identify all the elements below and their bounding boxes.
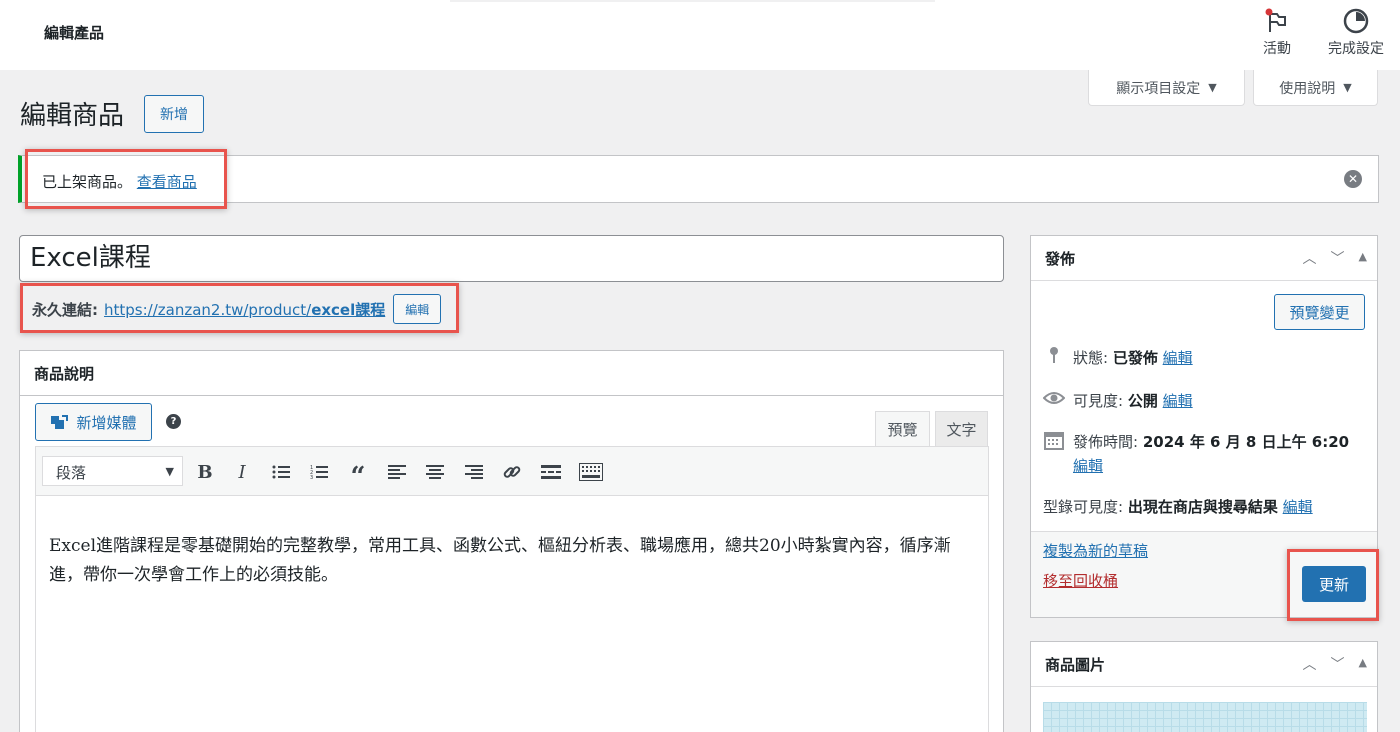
bullet-list-icon[interactable]	[268, 459, 294, 485]
align-left-icon[interactable]	[384, 459, 410, 485]
permalink-label: 永久連結:	[32, 300, 98, 319]
update-button[interactable]: 更新	[1302, 566, 1366, 602]
move-up-icon[interactable]: ︿	[1303, 248, 1317, 268]
move-up-icon[interactable]: ︿	[1303, 654, 1317, 674]
status-edit-link[interactable]: 編輯	[1163, 349, 1193, 367]
move-down-icon[interactable]: ﹀	[1331, 248, 1345, 268]
catalog-visibility-row: 型錄可見度: 出現在商店與搜尋結果 編輯	[1043, 495, 1313, 519]
caret-down-icon: ▼	[165, 465, 174, 478]
editor-content-area[interactable]: Excel進階課程是零基礎開始的完整教學，常用工具、函數公式、樞紐分析表、職場應…	[35, 496, 989, 732]
visibility-value: 公開	[1127, 392, 1158, 410]
add-media-label: 新增媒體	[76, 413, 137, 432]
success-notice: 已上架商品。 查看商品 ✕	[18, 155, 1379, 203]
progress-circle-icon	[1343, 8, 1369, 34]
view-product-link[interactable]: 查看商品	[137, 173, 197, 191]
top-bar: 編輯產品 活動 完成設定	[0, 0, 1400, 70]
catalog-label: 型錄可見度:	[1043, 498, 1124, 516]
media-icon	[51, 415, 69, 429]
format-select-value: 段落	[56, 464, 87, 482]
visibility-edit-link[interactable]: 編輯	[1163, 392, 1193, 410]
screen-options-label: 顯示項目設定	[1116, 80, 1201, 97]
catalog-value: 出現在商店與搜尋結果	[1127, 498, 1278, 516]
permalink-prefix: https://zanzan2.tw/product/	[104, 300, 312, 319]
eye-icon	[1042, 389, 1066, 413]
page-title: 編輯商品	[20, 101, 125, 131]
svg-text:3: 3	[310, 475, 313, 480]
status-label: 狀態:	[1073, 349, 1109, 367]
preview-changes-button[interactable]: 預覽變更	[1274, 294, 1365, 330]
add-media-button[interactable]: 新增媒體	[35, 403, 152, 441]
permalink-link[interactable]: https://zanzan2.tw/product/excel課程	[104, 299, 385, 320]
move-down-icon[interactable]: ﹀	[1331, 654, 1345, 674]
screen-options-button[interactable]: 顯示項目設定 ▼	[1088, 70, 1245, 106]
add-new-button[interactable]: 新增	[144, 95, 204, 133]
pin-icon	[1043, 346, 1065, 371]
link-icon[interactable]	[499, 459, 525, 485]
notice-text: 已上架商品。	[42, 173, 133, 191]
permalink-row: 永久連結: https://zanzan2.tw/product/excel課程…	[32, 294, 442, 324]
permalink-edit-button[interactable]: 編輯	[393, 294, 442, 324]
caret-down-icon: ▼	[1208, 81, 1217, 94]
box-controls: ︿ ﹀ ▲	[1303, 654, 1367, 674]
flag-icon	[1265, 8, 1286, 32]
product-description-box: 商品說明 新增媒體 ? 預覽 文字 段落 ▼ B I 123 “ Excel進階…	[19, 350, 1004, 732]
help-label: 使用說明	[1279, 80, 1336, 97]
numbered-list-icon[interactable]: 123	[306, 459, 332, 485]
product-image-box: 商品圖片 ︿ ﹀ ▲	[1030, 641, 1378, 732]
visibility-label: 可見度:	[1073, 392, 1124, 410]
format-select[interactable]: 段落 ▼	[42, 456, 183, 486]
collapse-icon[interactable]: ▲	[1359, 654, 1367, 674]
blockquote-icon[interactable]: “	[345, 459, 371, 492]
calendar-icon	[1043, 430, 1065, 457]
description-heading: 商品說明	[20, 351, 1003, 396]
help-icon[interactable]: ?	[166, 414, 181, 429]
editor-text[interactable]: Excel進階課程是零基礎開始的完整教學，常用工具、函數公式、樞紐分析表、職場應…	[49, 532, 979, 590]
box-controls: ︿ ﹀ ▲	[1303, 248, 1367, 268]
bold-icon[interactable]: B	[192, 459, 218, 485]
toolbar-toggle-icon[interactable]	[576, 459, 606, 485]
dismiss-icon[interactable]: ✕	[1344, 170, 1362, 188]
published-label: 發佈時間:	[1073, 433, 1139, 451]
permalink-slug: excel課程	[311, 300, 386, 319]
status-value: 已發佈	[1112, 349, 1158, 367]
collapse-icon[interactable]: ▲	[1359, 248, 1367, 268]
visibility-row: 可見度: 公開 編輯	[1042, 389, 1193, 413]
caret-down-icon: ▼	[1343, 81, 1352, 94]
editor-toolbar: 段落 ▼ B I 123 “	[35, 446, 989, 496]
finish-setup-label: 完成設定	[1328, 41, 1384, 57]
product-image-thumbnail[interactable]	[1043, 702, 1367, 732]
page-header-title: 編輯產品	[44, 24, 105, 42]
tab-visual[interactable]: 預覽	[875, 411, 930, 447]
publish-date-row: 發佈時間: 2024 年 6 月 8 日上午 6:20 編輯	[1043, 430, 1367, 478]
italic-icon[interactable]: I	[229, 459, 255, 485]
duplicate-link[interactable]: 複製為新的草稿	[1043, 540, 1148, 561]
read-more-icon[interactable]	[538, 459, 564, 485]
published-value: 2024 年 6 月 8 日上午 6:20	[1142, 433, 1350, 451]
status-row: 狀態: 已發佈 編輯	[1043, 346, 1193, 371]
published-edit-link[interactable]: 編輯	[1073, 457, 1103, 475]
publish-actions: 複製為新的草稿 移至回收桶 更新	[1031, 531, 1377, 617]
catalog-edit-link[interactable]: 編輯	[1283, 498, 1313, 516]
align-right-icon[interactable]	[461, 459, 487, 485]
title-input[interactable]: Excel課程	[19, 235, 1004, 282]
align-center-icon[interactable]	[422, 459, 448, 485]
publish-box: 發佈 ︿ ﹀ ▲ 預覽變更 狀態: 已發佈 編輯 可見度: 公開 編輯 發佈時間…	[1030, 235, 1378, 618]
tab-text[interactable]: 文字	[935, 411, 988, 447]
trash-link[interactable]: 移至回收桶	[1043, 570, 1118, 591]
finish-setup-button[interactable]: 完成設定	[1318, 6, 1394, 58]
notice-message: 已上架商品。 查看商品	[42, 171, 197, 192]
activity-button[interactable]: 活動	[1252, 6, 1302, 58]
activity-label: 活動	[1263, 41, 1291, 57]
help-button[interactable]: 使用說明 ▼	[1253, 70, 1378, 106]
divider	[450, 0, 935, 2]
